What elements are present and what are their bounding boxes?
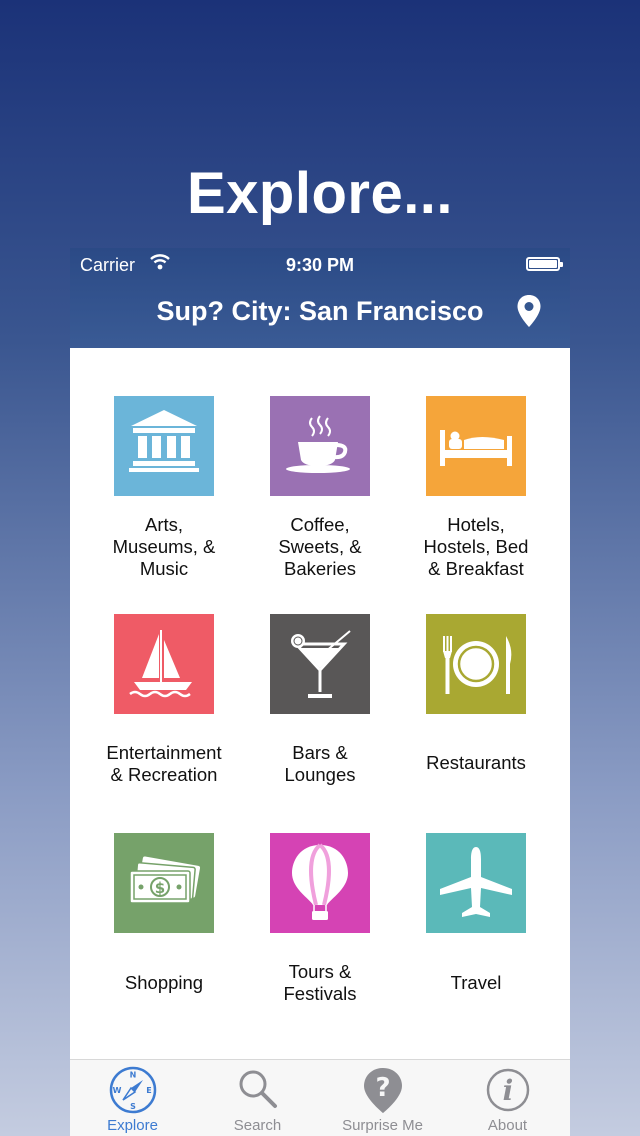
category-label-line: Hotels, xyxy=(447,514,505,535)
category-entertainment[interactable]: Entertainment & Recreation xyxy=(86,614,242,824)
category-label-line: Coffee, xyxy=(290,514,350,535)
coffee-cup-icon xyxy=(270,396,370,496)
svg-text:$: $ xyxy=(155,879,165,897)
status-time: 9:30 PM xyxy=(285,255,355,275)
tab-label: Explore xyxy=(107,1117,158,1134)
category-restaurants[interactable]: Restaurants xyxy=(398,614,554,824)
location-pin-icon[interactable] xyxy=(516,294,542,333)
airplane-icon xyxy=(426,833,526,933)
tab-surprise-me[interactable]: ? Surprise Me xyxy=(320,1060,445,1136)
tab-about[interactable]: i About xyxy=(445,1060,570,1136)
category-coffee[interactable]: Coffee, Sweets, & Bakeries xyxy=(242,396,398,606)
category-label-line: Festivals xyxy=(283,983,357,1004)
tab-label: About xyxy=(487,1117,528,1134)
category-label-line: Lounges xyxy=(284,764,356,785)
tab-bar: N S W E Explore Search ? Surprise Me i A… xyxy=(70,1059,570,1136)
sailboat-icon xyxy=(114,614,214,714)
category-travel[interactable]: Travel xyxy=(398,833,554,1043)
app-screen: Carrier 9:30 PM Sup? City: San Francisco xyxy=(70,248,570,1136)
category-arts[interactable]: Arts, Museums, & Music xyxy=(86,396,242,606)
tab-explore[interactable]: N S W E Explore xyxy=(70,1060,195,1136)
compass-icon: N S W E xyxy=(109,1066,157,1114)
svg-text:?: ? xyxy=(375,1073,390,1103)
category-label-line: Tours & xyxy=(288,961,352,982)
navigation-bar: Carrier 9:30 PM Sup? City: San Francisco xyxy=(70,248,570,348)
magnifier-icon xyxy=(234,1066,282,1114)
question-pin-icon: ? xyxy=(359,1066,407,1114)
category-label-line: Museums, & xyxy=(112,536,216,557)
svg-text:W: W xyxy=(113,1086,122,1095)
category-label-line: Shopping xyxy=(124,972,204,993)
status-bar: Carrier 9:30 PM xyxy=(70,248,570,282)
svg-text:S: S xyxy=(130,1102,136,1111)
battery-icon xyxy=(526,257,563,271)
category-label-line: Arts, xyxy=(144,514,184,535)
hot-air-balloon-icon xyxy=(270,833,370,933)
category-label-line: & Breakfast xyxy=(428,558,524,579)
svg-text:i: i xyxy=(503,1074,514,1107)
category-tours[interactable]: Tours & Festivals xyxy=(242,833,398,1043)
svg-text:E: E xyxy=(146,1086,151,1095)
promo-headline: Explore... xyxy=(186,161,454,226)
category-label-line: Travel xyxy=(450,972,502,993)
category-shopping[interactable]: $ Shopping xyxy=(86,833,242,1043)
category-label-line: Bakeries xyxy=(284,558,356,579)
category-label-line: Sweets, & xyxy=(278,536,362,557)
plate-utensils-icon xyxy=(426,614,526,714)
category-label-line: Hostels, Bed xyxy=(423,536,529,557)
category-hotels[interactable]: Hotels, Hostels, Bed & Breakfast xyxy=(398,396,554,606)
tab-label: Search xyxy=(233,1117,282,1134)
money-icon: $ xyxy=(114,833,214,933)
category-label-line: Music xyxy=(139,558,189,579)
category-label-line: Restaurants xyxy=(426,752,526,773)
svg-text:N: N xyxy=(130,1071,137,1080)
tab-search[interactable]: Search xyxy=(195,1060,320,1136)
tab-label: Surprise Me xyxy=(342,1117,423,1134)
info-icon: i xyxy=(484,1066,532,1114)
category-bars[interactable]: Bars & Lounges xyxy=(242,614,398,824)
museum-icon xyxy=(114,396,214,496)
category-label-line: & Recreation xyxy=(110,764,218,785)
cocktail-icon xyxy=(270,614,370,714)
nav-title: Sup? City: San Francisco xyxy=(156,296,484,326)
category-label-line: Bars & xyxy=(292,742,348,763)
category-label-line: Entertainment xyxy=(106,742,222,763)
bed-icon xyxy=(426,396,526,496)
